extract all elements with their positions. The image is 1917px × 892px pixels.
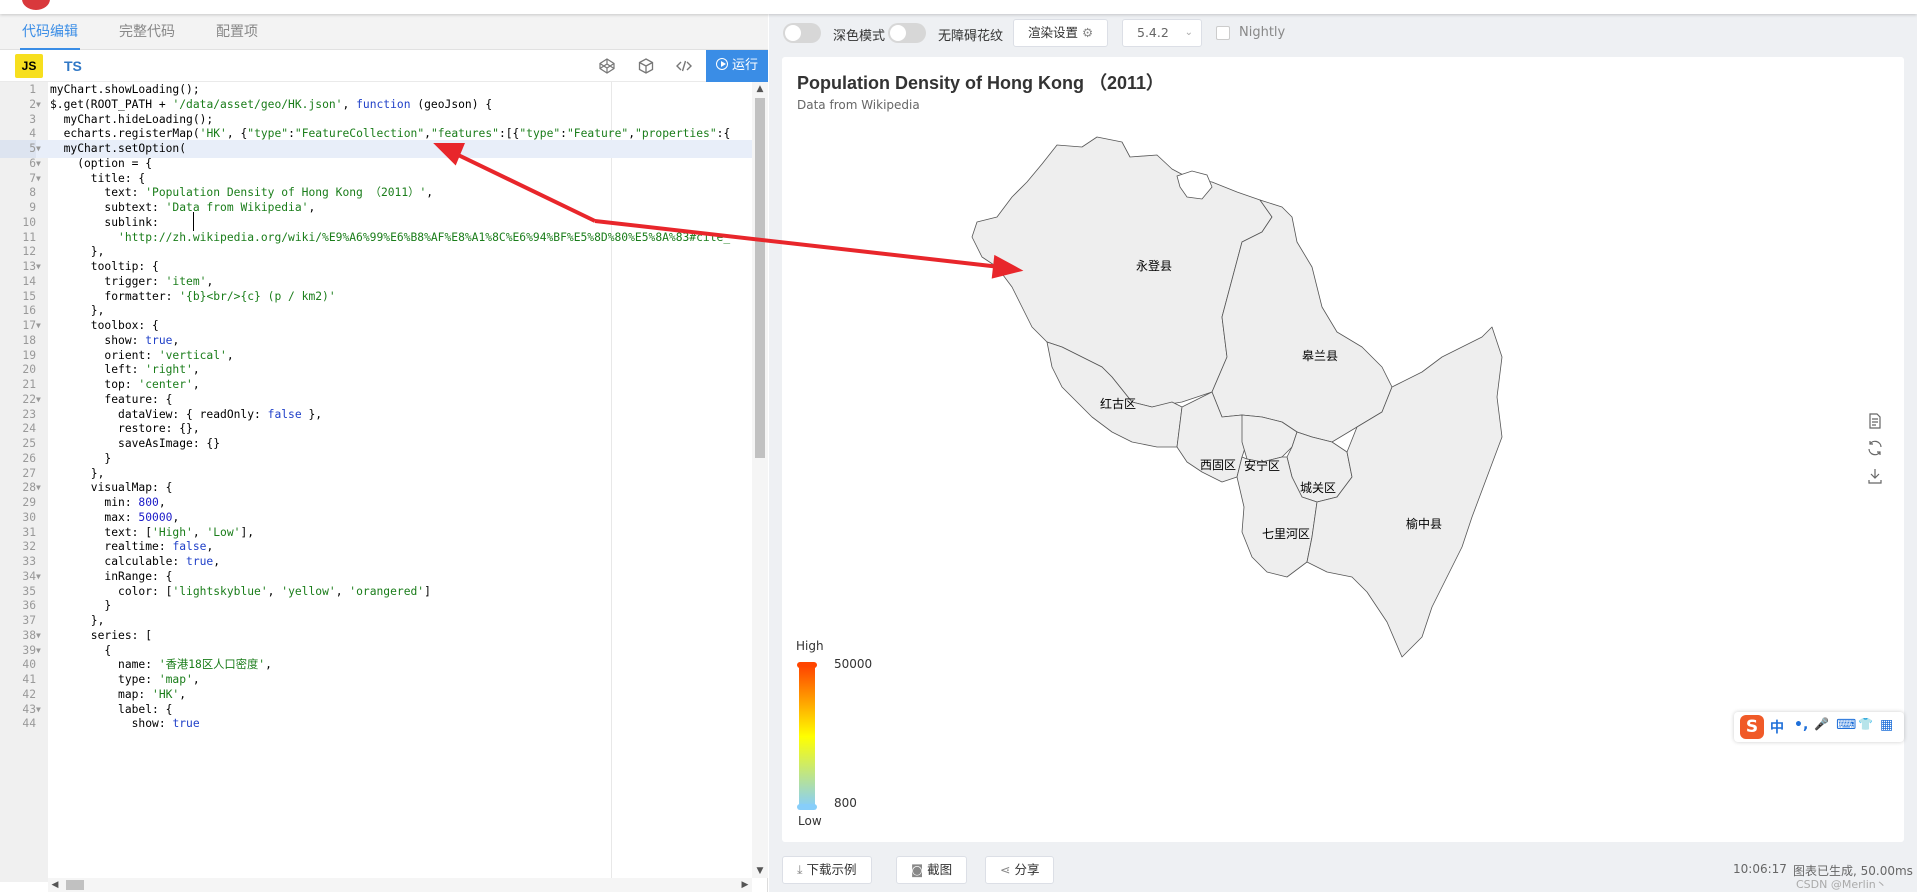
download-label: 下载示例 bbox=[806, 862, 857, 877]
accessibility-toggle[interactable] bbox=[888, 23, 926, 43]
dark-mode-toggle[interactable] bbox=[783, 23, 821, 43]
region-label: 榆中县 bbox=[1406, 516, 1442, 531]
visualmap-bar[interactable] bbox=[799, 666, 815, 807]
time-label: 10:06:17 bbox=[1733, 862, 1787, 876]
tab-code-edit[interactable]: 代码编辑 bbox=[20, 14, 80, 50]
run-button[interactable]: 运行 bbox=[706, 50, 768, 82]
logo bbox=[22, 0, 50, 10]
camera-icon: ◙ bbox=[911, 862, 924, 877]
region-label: 西固区 bbox=[1200, 458, 1236, 472]
screenshot-button[interactable]: ◙ 截图 bbox=[896, 856, 968, 884]
save-image-icon[interactable] bbox=[1866, 467, 1884, 485]
embed-code-icon[interactable] bbox=[675, 57, 693, 75]
run-label: 运行 bbox=[732, 58, 759, 73]
code-line[interactable]: 44 show: true bbox=[0, 715, 752, 733]
scroll-down-icon[interactable]: ▼ bbox=[752, 864, 768, 878]
version-select[interactable]: 5.4.2 ⌄ bbox=[1122, 19, 1202, 47]
vertical-scrollbar[interactable]: ▲ ▼ bbox=[752, 82, 768, 878]
control-bar: 深色模式 无障碍花纹 渲染设置 ⚙ 5.4.2 ⌄ Nightly bbox=[769, 14, 1917, 54]
share-label: 分享 bbox=[1014, 862, 1040, 877]
scroll-left-icon[interactable]: ◀ bbox=[48, 878, 62, 892]
ime-chinese-mode[interactable]: 中 bbox=[1770, 717, 1784, 737]
play-icon bbox=[716, 58, 728, 70]
watermark: CSDN @Merlin丶 bbox=[1796, 878, 1887, 891]
codepen-icon[interactable] bbox=[598, 57, 616, 75]
nightly-checkbox[interactable] bbox=[1216, 26, 1230, 40]
visualmap-low-label: Low bbox=[798, 814, 822, 828]
download-icon: ⤓ bbox=[797, 862, 803, 877]
scroll-right-icon[interactable]: ▶ bbox=[738, 878, 752, 892]
visualmap-min-value: 800 bbox=[834, 796, 857, 810]
code-text: show: true bbox=[50, 717, 200, 731]
chart-canvas[interactable]: Population Density of Hong Kong （2011） D… bbox=[782, 57, 1904, 842]
editor-tabs: 代码编辑 完整代码 配置项 bbox=[0, 14, 768, 50]
ime-toolbar[interactable]: S 中 •, 🎤 ⌨ 👕 ▦ bbox=[1734, 712, 1904, 742]
bottom-bar: ⤓ 下载示例 ◙ 截图 ⋖ 分享 10:06:17 图表已生成, 50.00ms… bbox=[769, 850, 1917, 892]
tab-config[interactable]: 配置项 bbox=[214, 14, 260, 50]
screenshot-label: 截图 bbox=[927, 862, 953, 877]
horizontal-scrollbar[interactable]: ◀ ▶ bbox=[48, 878, 752, 892]
grid-menu-icon[interactable]: ▦ bbox=[1880, 717, 1893, 733]
sogou-icon[interactable]: S bbox=[1740, 715, 1764, 739]
accessibility-label: 无障碍花纹 bbox=[938, 29, 1004, 44]
share-icon: ⋖ bbox=[1000, 862, 1011, 877]
code-editor[interactable]: 1 myChart.showLoading(); 2 ▼ $.get(ROOT_PATH… bbox=[0, 82, 752, 882]
text-cursor bbox=[193, 212, 194, 231]
restore-icon[interactable] bbox=[1866, 439, 1884, 457]
download-button[interactable]: ⤓ 下载示例 bbox=[782, 856, 872, 884]
gear-icon: ⚙ bbox=[1082, 25, 1094, 40]
render-settings-label: 渲染设置 bbox=[1028, 25, 1079, 40]
visualmap-max-value: 50000 bbox=[834, 657, 873, 671]
tab-full-code[interactable]: 完整代码 bbox=[117, 14, 177, 50]
preview-panel: 深色模式 无障碍花纹 渲染设置 ⚙ 5.4.2 ⌄ Nightly Populat… bbox=[769, 14, 1917, 892]
region-label: 红古区 bbox=[1100, 396, 1136, 411]
language-bar: JS TS 运行 bbox=[0, 50, 768, 82]
lang-ts-button[interactable]: TS bbox=[64, 54, 82, 78]
lang-js-button[interactable]: JS bbox=[15, 54, 43, 78]
region-label: 皋兰县 bbox=[1302, 348, 1338, 363]
ime-punct-icon[interactable]: •, bbox=[1794, 717, 1808, 733]
microphone-icon[interactable]: 🎤 bbox=[1814, 717, 1829, 731]
region-label: 七里河区 bbox=[1262, 527, 1310, 541]
codesandbox-icon[interactable] bbox=[637, 57, 655, 75]
top-bar bbox=[0, 0, 1917, 14]
visualmap-min-handle[interactable] bbox=[797, 804, 817, 810]
region-label: 永登县 bbox=[1136, 258, 1172, 273]
data-view-icon[interactable] bbox=[1866, 412, 1884, 430]
chevron-down-icon: ⌄ bbox=[1184, 27, 1193, 38]
line-number: 44 bbox=[22, 717, 36, 731]
visualmap-high-label: High bbox=[796, 639, 824, 653]
editor-panel: 代码编辑 完整代码 配置项 JS TS 运行 1 myChart.showLoad… bbox=[0, 14, 768, 892]
dark-mode-label: 深色模式 bbox=[833, 29, 886, 44]
keyboard-icon[interactable]: ⌨ bbox=[1836, 717, 1856, 733]
region-label: 城关区 bbox=[1300, 481, 1336, 495]
nightly-label: Nightly bbox=[1239, 25, 1286, 40]
scroll-thumb[interactable] bbox=[755, 98, 765, 458]
render-settings-button[interactable]: 渲染设置 ⚙ bbox=[1013, 19, 1109, 47]
skin-icon[interactable]: 👕 bbox=[1858, 717, 1873, 731]
scroll-up-icon[interactable]: ▲ bbox=[752, 82, 768, 96]
version-value: 5.4.2 bbox=[1137, 25, 1169, 40]
share-button[interactable]: ⋖ 分享 bbox=[985, 856, 1055, 884]
region-label: 安宁区 bbox=[1244, 458, 1280, 473]
h-scroll-thumb[interactable] bbox=[66, 880, 84, 890]
